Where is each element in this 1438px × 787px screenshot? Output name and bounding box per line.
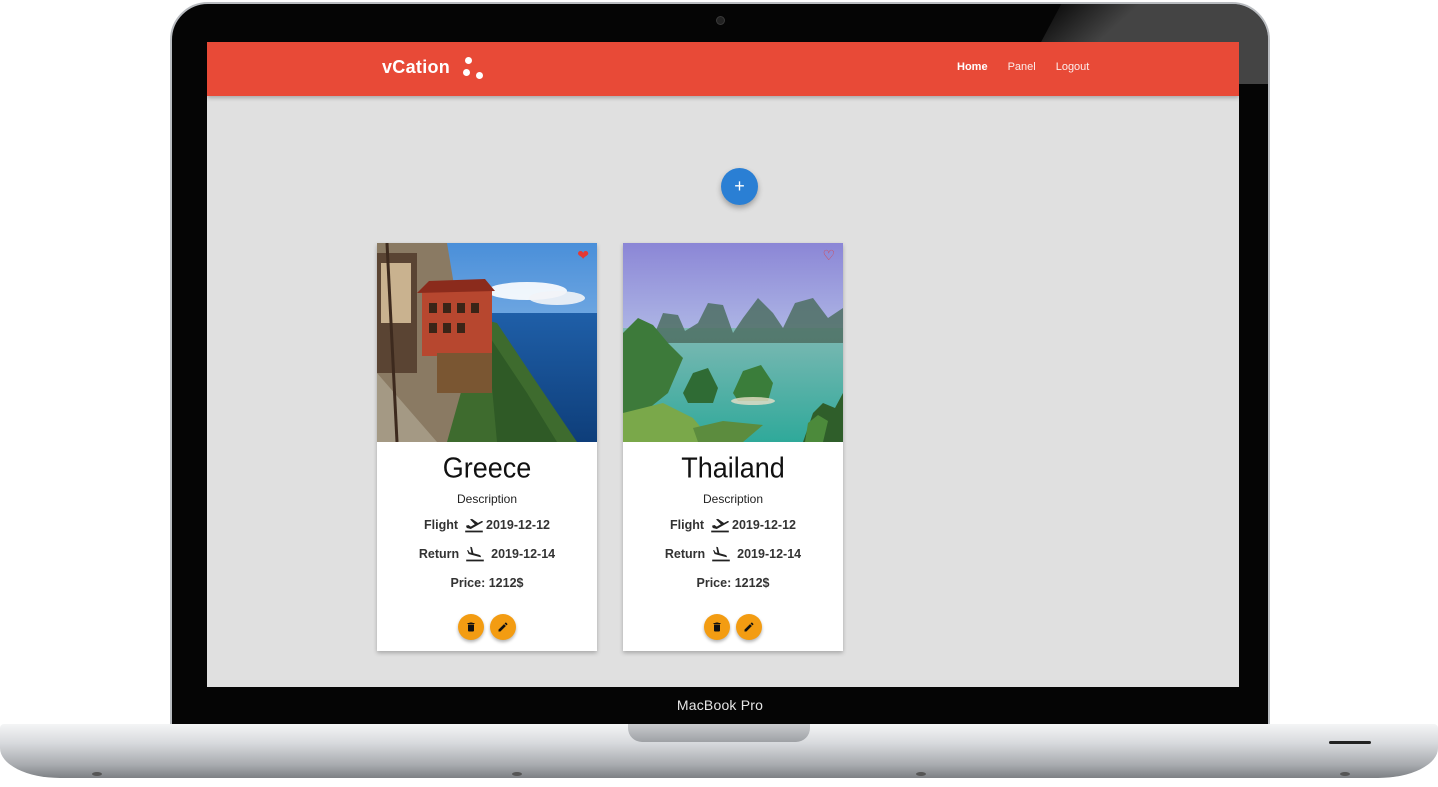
app-screen: vCation Home Panel Logout + ❤ Greece Des… [207,42,1239,687]
heart-outline-icon[interactable]: ♡ [822,247,835,264]
return-label: Return [664,547,706,561]
vacation-card: ❤ Greece Description Flight 2019-12-12 R… [377,243,597,651]
nav-links: Home Panel Logout [957,61,1089,73]
flight-takeoff-icon [465,518,483,533]
nav-link-panel[interactable]: Panel [1008,61,1036,73]
laptop-foot [92,772,102,776]
pencil-icon [744,622,754,632]
nav-link-logout[interactable]: Logout [1056,61,1090,73]
card-description: Description [702,492,764,506]
laptop-foot [512,772,522,776]
laptop-slot [1329,741,1371,744]
flight-label: Flight [670,518,705,532]
return-date: 2019-12-14 [491,547,556,561]
return-date: 2019-12-14 [737,547,802,561]
flight-land-icon [712,546,730,562]
navbar: vCation Home Panel Logout [207,42,1239,96]
trash-icon [713,622,721,632]
flight-date: 2019-12-12 [486,518,550,532]
laptop-foot [916,772,926,776]
add-vacation-button[interactable]: + [721,168,758,205]
flight-takeoff-icon [711,518,729,533]
cliffside-monastery-sea-photo: ❤ [377,243,597,442]
vacation-card: ♡ Thailand Description Flight 2019-12-12… [623,243,843,651]
card-actions [623,614,843,640]
flight-row: Flight 2019-12-12 [377,517,597,533]
pencil-icon [498,622,508,632]
price-text: Price: 1212$ [696,576,770,590]
card-title: Greece [442,452,532,484]
flight-land-icon [466,546,484,562]
card-title: Thailand [681,452,785,484]
heart-filled-icon[interactable]: ❤ [577,247,589,264]
card-description: Description [456,492,518,506]
edit-button[interactable] [490,614,516,640]
device-brand-label: MacBook Pro [676,697,764,713]
price-text: Price: 1212$ [450,576,524,590]
flight-date: 2019-12-12 [732,518,796,532]
flight-label: Flight [424,518,459,532]
return-row: Return 2019-12-14 [377,546,597,562]
edit-button[interactable] [736,614,762,640]
bay-limestone-islands-photo: ♡ [623,243,843,442]
return-label: Return [418,547,460,561]
trash-icon [467,622,475,632]
return-row: Return 2019-12-14 [623,546,843,562]
logo-dots-icon [463,56,489,82]
laptop-foot [1340,772,1350,776]
nav-link-home[interactable]: Home [957,61,988,73]
flight-row: Flight 2019-12-12 [623,517,843,533]
laptop-hinge-notch [628,724,810,742]
delete-button[interactable] [704,614,730,640]
delete-button[interactable] [458,614,484,640]
webcam-icon [716,16,725,25]
card-actions [377,614,597,640]
app-logo[interactable]: vCation [382,57,450,78]
